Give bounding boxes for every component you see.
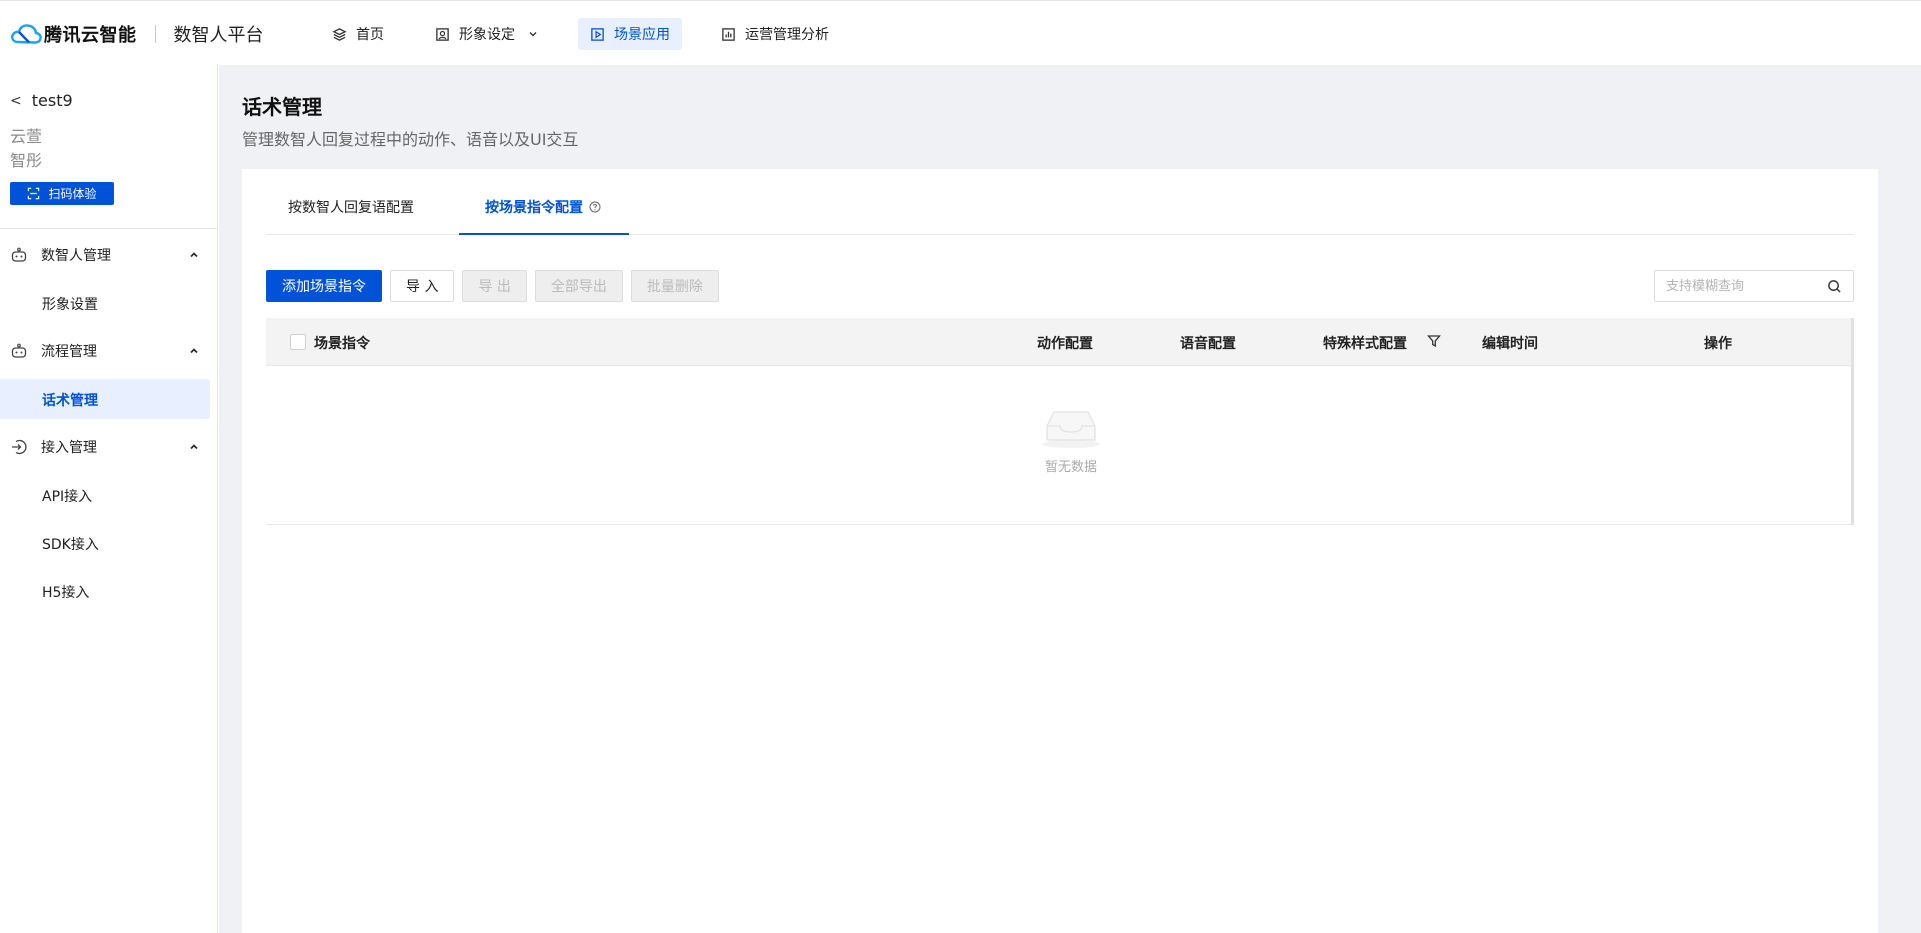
export-all-button[interactable]: 全部导出 <box>534 270 623 302</box>
sidebar-item-h5[interactable]: H5接入 <box>42 582 89 602</box>
import-button[interactable]: 导 入 <box>390 270 455 302</box>
column-operation: 操作 <box>1704 336 1732 352</box>
scene-command-table: 场景指令 动作配置 语音配置 特殊样式配置 编辑时间 操作 暂无数据 <box>266 318 1854 525</box>
org-line-2: 智彤 <box>10 151 43 170</box>
content-card: 按数智人回复语配置 按场景指令配置 添加场景指令 导 入 导 出 全部导出 批量… <box>242 169 1878 933</box>
sidebar-group-process[interactable]: 流程管理 <box>10 339 208 363</box>
tab-by-reply[interactable]: 按数智人回复语配置 <box>288 197 414 217</box>
sidebar-item-sdk[interactable]: SDK接入 <box>42 534 99 554</box>
nav-avatar-setting[interactable]: 形象设定 <box>423 18 551 50</box>
sidebar-divider <box>0 228 218 229</box>
scan-experience-label: 扫码体验 <box>48 187 97 201</box>
column-voice-config: 语音配置 <box>1180 336 1236 352</box>
empty-text: 暂无数据 <box>1044 460 1097 475</box>
filter-icon[interactable] <box>1427 334 1441 348</box>
chevron-down-icon <box>529 32 537 37</box>
tab-by-scene-command[interactable]: 按场景指令配置 <box>485 197 601 217</box>
search-input[interactable] <box>1655 271 1815 301</box>
tab-by-scene-command-label: 按场景指令配置 <box>485 200 583 216</box>
column-scene-command: 场景指令 <box>314 336 370 352</box>
layers-icon <box>332 27 347 41</box>
brand-name: 腾讯云智能 <box>44 25 137 46</box>
sidebar-group-label: 流程管理 <box>41 344 97 360</box>
main-content: 话术管理 管理数智人回复过程中的动作、语音以及UI交互 按数智人回复语配置 按场… <box>219 65 1921 933</box>
scan-icon <box>28 187 40 200</box>
search-icon[interactable] <box>1827 279 1842 294</box>
column-action-config: 动作配置 <box>1037 336 1093 352</box>
robot-icon <box>11 247 27 262</box>
sidebar-group-access[interactable]: 接入管理 <box>10 435 208 459</box>
chevron-up-icon <box>190 444 198 450</box>
scan-experience-button[interactable]: 扫码体验 <box>10 182 114 205</box>
nav-operation-analysis[interactable]: 运营管理分析 <box>709 18 841 50</box>
sidebar-item-script-management[interactable]: 话术管理 <box>0 379 210 419</box>
nav-home-label: 首页 <box>356 27 384 43</box>
sidebar-item-label: 话术管理 <box>42 393 98 409</box>
brand-separator <box>154 25 156 43</box>
sidebar-item-avatar-setting[interactable]: 形象设置 <box>42 294 98 314</box>
sidebar: < test9 云萱 智彤 扫码体验 数智人管理 形象设置 流程管理 话术管理 … <box>0 65 218 933</box>
export-button[interactable]: 导 出 <box>462 270 527 302</box>
empty-state: 暂无数据 <box>1031 406 1111 475</box>
select-all-checkbox[interactable] <box>290 334 306 350</box>
toolbar: 添加场景指令 导 入 导 出 全部导出 批量删除 <box>266 270 727 302</box>
nav-scene-app-label: 场景应用 <box>614 27 670 43</box>
sidebar-group-label: 数智人管理 <box>41 248 111 264</box>
sidebar-group-digital-human[interactable]: 数智人管理 <box>10 243 208 267</box>
nav-home[interactable]: 首页 <box>320 18 396 50</box>
nav-avatar-setting-label: 形象设定 <box>459 27 515 43</box>
back-to-project[interactable]: < test9 <box>10 91 73 110</box>
table-header: 场景指令 动作配置 语音配置 特殊样式配置 编辑时间 操作 <box>266 318 1854 366</box>
robot-icon <box>11 343 27 358</box>
tab-bar: 按数智人回复语配置 按场景指令配置 <box>266 169 1854 235</box>
page-title: 话术管理 <box>242 95 322 119</box>
portrait-icon <box>436 27 449 41</box>
top-nav: 首页 形象设定 场景应用 运营管理分析 <box>320 18 868 50</box>
column-edit-time: 编辑时间 <box>1482 336 1538 352</box>
play-square-icon <box>591 27 604 41</box>
chevron-up-icon <box>190 348 198 354</box>
page-description: 管理数智人回复过程中的动作、语音以及UI交互 <box>242 130 579 149</box>
platform-name: 数智人平台 <box>173 25 264 46</box>
login-icon <box>12 439 27 455</box>
empty-box-icon <box>1042 411 1100 448</box>
brand-logo[interactable]: 腾讯云智能 数智人平台 <box>10 21 264 47</box>
bar-chart-icon <box>722 27 735 41</box>
chevron-left-icon: < <box>10 92 22 109</box>
project-name: test9 <box>31 91 73 110</box>
sidebar-item-api[interactable]: API接入 <box>42 486 92 506</box>
top-bar: 腾讯云智能 数智人平台 首页 形象设定 场景应用 运营管理分析 <box>0 0 1921 65</box>
add-scene-command-button[interactable]: 添加场景指令 <box>266 270 382 302</box>
cloud-logo-icon <box>11 24 42 44</box>
org-line-1: 云萱 <box>10 127 43 146</box>
column-special-style-config: 特殊样式配置 <box>1323 336 1407 352</box>
batch-delete-button[interactable]: 批量删除 <box>630 270 719 302</box>
nav-operation-analysis-label: 运营管理分析 <box>745 27 829 43</box>
active-tab-indicator <box>459 233 629 235</box>
help-circle-icon[interactable] <box>589 201 601 213</box>
search-box <box>1654 270 1854 302</box>
chevron-up-icon <box>190 252 198 258</box>
table-scroll-edge <box>1851 318 1854 525</box>
nav-scene-app[interactable]: 场景应用 <box>578 18 682 50</box>
sidebar-group-label: 接入管理 <box>41 440 97 456</box>
